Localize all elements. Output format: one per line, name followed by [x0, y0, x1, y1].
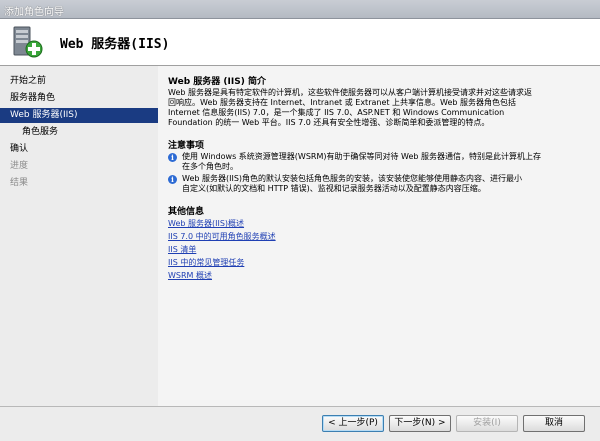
link-iis-checklist[interactable]: IIS 清单: [168, 244, 196, 255]
next-button[interactable]: 下一步(N) >: [389, 415, 451, 432]
note-text: 使用 Windows 系统资源管理器(WSRM)有助于确保等同对待 Web 服务…: [182, 152, 542, 171]
info-icon: i: [168, 175, 177, 184]
link-role-services-overview[interactable]: IIS 7.0 中的可用角色服务概述: [168, 231, 276, 242]
server-add-icon: [13, 26, 43, 58]
previous-button[interactable]: < 上一步(P): [322, 415, 384, 432]
cancel-button[interactable]: 取消: [523, 415, 585, 432]
step-label: 服务器角色: [10, 93, 56, 103]
page-heading: Web 服务器(IIS): [60, 37, 170, 52]
step-role-services[interactable]: 角色服务: [0, 125, 158, 140]
intro-title: Web 服务器 (IIS) 简介: [168, 77, 266, 87]
step-label: 确认: [10, 144, 29, 154]
link-iis-admin-tasks[interactable]: IIS 中的常见管理任务: [168, 257, 244, 268]
wizard-steps-sidebar: 开始之前 服务器角色 Web 服务器(IIS) 角色服务 确认 进度 结果: [0, 66, 158, 411]
window-title: 添加角色向导: [4, 7, 64, 18]
step-label: 角色服务: [22, 127, 59, 137]
notes-title: 注意事项: [168, 141, 205, 151]
intro-text: Web 服务器是具有特定软件的计算机，这些软件使服务器可以从客户端计算机接受请求…: [168, 88, 532, 127]
more-info-title: 其他信息: [168, 207, 205, 217]
link-web-server-overview[interactable]: Web 服务器(IIS)概述: [168, 218, 244, 229]
step-label: 开始之前: [10, 76, 47, 86]
step-before-you-begin[interactable]: 开始之前: [0, 74, 158, 89]
step-confirmation[interactable]: 确认: [0, 142, 158, 157]
link-wsrm-overview[interactable]: WSRM 概述: [168, 270, 212, 281]
note-text: Web 服务器(IIS)角色的默认安装包括角色服务的安装，该安装使您能够使用静态…: [182, 174, 523, 193]
install-button: 安装(I): [456, 415, 518, 432]
wizard-banner: Web 服务器(IIS): [0, 19, 600, 66]
step-label: 结果: [10, 178, 29, 188]
wizard-content: Web 服务器 (IIS) 简介 Web 服务器是具有特定软件的计算机，这些软件…: [158, 66, 600, 406]
step-label: Web 服务器(IIS): [10, 110, 78, 120]
step-results: 结果: [0, 176, 158, 191]
step-progress: 进度: [0, 159, 158, 174]
info-icon: i: [168, 153, 177, 162]
step-web-server-iis[interactable]: Web 服务器(IIS): [0, 108, 158, 123]
step-label: 进度: [10, 161, 29, 171]
step-server-roles[interactable]: 服务器角色: [0, 91, 158, 106]
wizard-footer: < 上一步(P) 下一步(N) > 安装(I) 取消: [0, 406, 600, 441]
title-bar: 添加角色向导: [0, 0, 600, 19]
